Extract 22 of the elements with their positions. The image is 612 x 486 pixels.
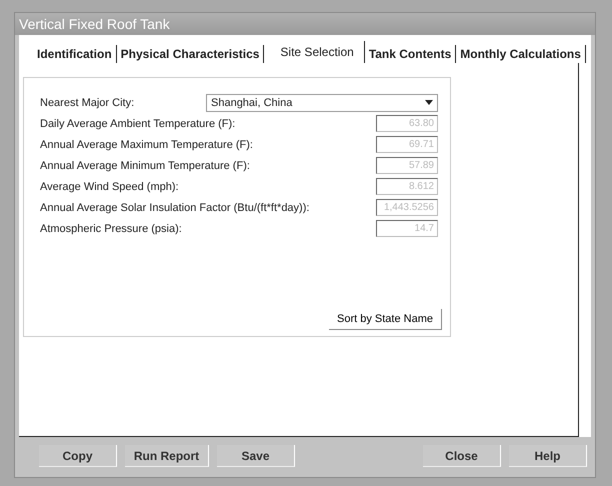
tab[interactable]: Identification [33,45,117,63]
tab[interactable]: Tank Contents [364,45,456,63]
dropdown-arrow-icon [425,100,433,105]
field-label: Annual Average Solar Insulation Factor (Btu/(ft*ft*day)): [40,202,310,214]
field-label: Atmospheric Pressure (psia): [40,222,182,234]
sort-button[interactable]: Sort by State Name [329,309,442,330]
tab[interactable]: Site Selection [264,41,365,63]
city-dropdown[interactable]: Shanghai, China [206,94,438,112]
field-label: Annual Average Maximum Temperature (F): [40,138,253,150]
tab[interactable]: Monthly Calculations [456,45,586,63]
dialog-button[interactable]: Run Report [125,445,209,467]
tab[interactable]: Physical Characteristics [116,45,264,63]
dialog-button[interactable]: Help [509,445,587,467]
window-title: Vertical Fixed Roof Tank [15,13,595,35]
field-label: Annual Average Minimum Temperature (F): [40,160,250,172]
city-value: Shanghai, China [211,96,292,108]
field-label: Daily Average Ambient Temperature (F): [40,118,236,130]
field-label: Nearest Major City: [40,96,134,108]
dialog-button[interactable]: Save [217,445,295,467]
dialog-button[interactable]: Copy [39,445,117,467]
dialog-button[interactable]: Close [423,445,501,467]
field-label: Average Wind Speed (mph): [40,180,179,192]
